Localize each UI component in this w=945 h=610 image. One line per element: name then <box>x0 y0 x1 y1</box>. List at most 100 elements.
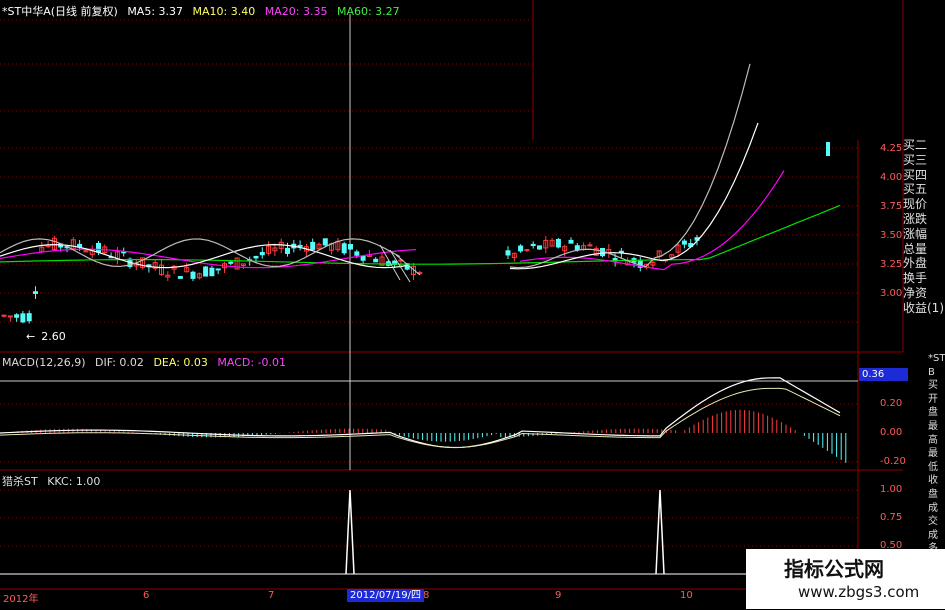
stock-title: *ST中华A(日线 前复权) <box>2 5 118 18</box>
indicator-name: 猎杀ST <box>2 475 38 488</box>
quote-label[interactable]: 买五 <box>903 182 944 197</box>
candle-body <box>310 241 316 250</box>
candle-body <box>20 313 26 323</box>
date-label: 9 <box>555 590 562 601</box>
indicator-axis-label: 1.00 <box>880 484 903 495</box>
price-axis-label: 3.50 <box>880 230 903 241</box>
macd-axis-label: -0.20 <box>880 456 906 467</box>
candle-body <box>190 271 196 279</box>
detail-label[interactable]: 最低 <box>928 447 945 474</box>
detail-label[interactable]: 成 <box>928 529 945 543</box>
indicator-kkc: KKC: 1.00 <box>47 475 101 488</box>
candle-body <box>297 244 303 247</box>
macd-axis-label: 0.20 <box>880 398 903 409</box>
quote-label[interactable]: 买三 <box>903 153 944 168</box>
candle-body <box>203 266 209 277</box>
candle-body <box>518 245 524 252</box>
low-price-annotation: ← 2.60 <box>26 330 72 343</box>
candle-body <box>530 243 536 247</box>
candle-body <box>348 243 353 250</box>
detail-label[interactable]: *ST <box>928 352 945 366</box>
quote-label[interactable]: 总量 <box>903 242 944 257</box>
date-label: 10 <box>680 590 693 601</box>
date-label-start: 2012年 <box>3 594 39 605</box>
candle-body <box>373 258 379 263</box>
ma20-value: MA20: 3.35 <box>264 5 328 18</box>
quote-label[interactable]: 买四 <box>903 168 944 183</box>
detail-label[interactable]: 最高 <box>928 420 945 447</box>
candle-body <box>209 267 215 277</box>
detail-label[interactable]: 开盘 <box>928 393 945 420</box>
candle-body <box>681 240 687 245</box>
macd-header: MACD(12,26,9) DIF: 0.02 DEA: 0.03 MACD: … <box>2 356 292 369</box>
candle-body <box>505 250 511 256</box>
candle-body <box>7 315 13 318</box>
dea-line <box>0 387 841 448</box>
candle-body <box>524 249 530 252</box>
quote-label[interactable]: 现价 <box>903 197 944 212</box>
current-value-badge: 0.36 <box>859 368 908 381</box>
candle-body <box>228 261 234 264</box>
indicator-header: 猎杀ST KKC: 1.00 <box>2 473 106 489</box>
price-axis-label: 4.00 <box>880 172 903 183</box>
stock-chart-canvas[interactable] <box>0 0 945 609</box>
macd-name: MACD(12,26,9) <box>2 356 86 369</box>
watermark-url: www.zbgs3.com <box>798 583 920 601</box>
watermark-name: 指标公式网 <box>784 557 884 581</box>
detail-label[interactable]: 买 <box>928 379 945 393</box>
candle-body <box>285 247 290 254</box>
macd-dea: DEA: 0.03 <box>153 356 208 369</box>
quote-label[interactable]: 涨跌 <box>903 212 944 227</box>
crosshair-date-label: 2012/07/19/四 <box>347 589 425 602</box>
kkc-signal-spike <box>655 489 665 575</box>
candle-body <box>177 276 183 279</box>
quote-label[interactable]: 换手 <box>903 271 944 286</box>
ma10-value: MA10: 3.40 <box>192 5 256 18</box>
main-chart-header: *ST中华A(日线 前复权) MA5: 3.37 MA10: 3.40 MA20… <box>2 3 406 19</box>
candle-body <box>322 238 328 246</box>
ma10-line <box>509 122 759 270</box>
date-label: 7 <box>268 590 275 601</box>
ma60-value: MA60: 3.27 <box>336 5 400 18</box>
macd-dif: DIF: 0.02 <box>95 356 144 369</box>
low-price-label: 2.60 <box>41 330 66 343</box>
candle-body <box>555 238 561 248</box>
watermark: 指标公式网 www.zbgs3.com <box>746 549 945 609</box>
detail-label[interactable]: B <box>928 366 945 380</box>
quote-label[interactable]: 净资 <box>903 286 944 301</box>
price-axis-label: 3.75 <box>880 201 903 212</box>
quote-label[interactable]: 收益(1) <box>903 301 944 316</box>
ma20-line <box>519 170 785 271</box>
ma20-line <box>0 248 417 269</box>
macd-axis-label: 0.00 <box>880 427 903 438</box>
candle-body <box>33 291 38 294</box>
indicator-axis-label: 0.75 <box>880 512 903 523</box>
candle-body <box>568 239 574 244</box>
price-axis-label: 3.00 <box>880 288 903 299</box>
macd-panel-graph <box>0 377 847 463</box>
moving-average-lines <box>0 63 841 283</box>
detail-label[interactable]: 成交 <box>928 502 945 529</box>
detail-label[interactable]: 收盘 <box>928 474 945 501</box>
candle-body <box>14 314 20 318</box>
dif-line <box>0 377 841 449</box>
macd-macd: MACD: -0.01 <box>217 356 287 369</box>
candle-body <box>26 313 32 322</box>
quote-label[interactable]: 涨幅 <box>903 227 944 242</box>
candle-body <box>259 251 265 256</box>
candle-body <box>253 255 259 259</box>
candle-body <box>215 268 221 271</box>
arrow-left-icon: ← <box>26 330 36 343</box>
price-axis-label: 3.25 <box>880 259 903 270</box>
candle-body <box>354 251 360 256</box>
candle-body <box>360 255 366 261</box>
date-label: 6 <box>143 590 150 601</box>
indicator-panel-graph <box>0 489 858 575</box>
kkc-signal-spike <box>345 489 355 575</box>
quote-label[interactable]: 外盘 <box>903 256 944 271</box>
candle-body <box>826 142 830 156</box>
candle-body <box>341 243 347 254</box>
candle-body <box>96 242 101 253</box>
quote-label[interactable]: 买二 <box>903 138 944 153</box>
candle-body <box>1 314 7 317</box>
